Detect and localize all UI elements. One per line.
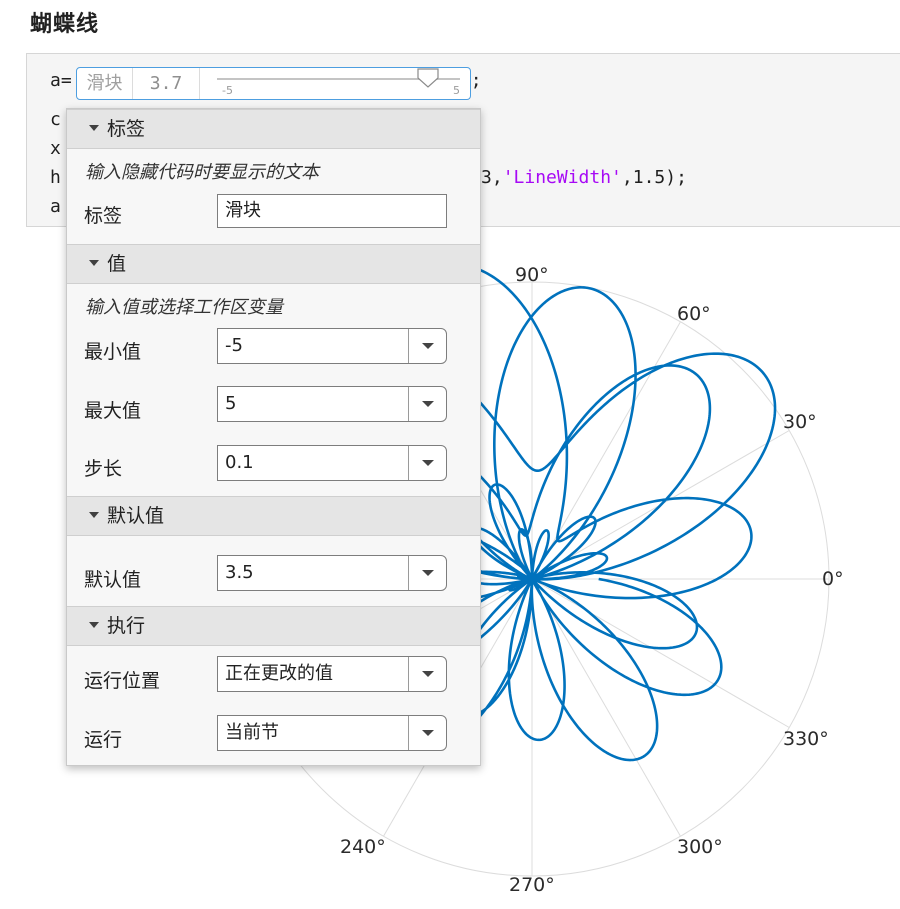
label-input[interactable]: 滑块 <box>217 194 447 228</box>
angle-label-30: 30° <box>783 411 817 433</box>
max-value[interactable]: 5 <box>225 387 236 421</box>
polar-spoke-330 <box>531 578 790 728</box>
chevron-down-icon <box>422 401 434 407</box>
min-combobox[interactable]: -5 <box>217 328 447 364</box>
run-combobox[interactable]: 当前节 <box>217 715 447 751</box>
group-header-default[interactable]: 默认值 <box>67 496 480 536</box>
run-label: 运行 <box>84 729 123 751</box>
angle-label-330: 330° <box>783 728 829 750</box>
chevron-down-icon <box>422 460 434 466</box>
caret-down-icon[interactable] <box>89 512 99 518</box>
angle-label-0: 0° <box>822 568 844 590</box>
run-on-dropdown-button[interactable] <box>408 657 446 691</box>
step-value[interactable]: 0.1 <box>225 446 254 480</box>
value-hint: 输入值或选择工作区变量 <box>85 297 283 318</box>
caret-down-icon[interactable] <box>89 260 99 266</box>
label-field-label: 标签 <box>84 205 123 227</box>
step-dropdown-button[interactable] <box>408 446 446 480</box>
run-on-label: 运行位置 <box>84 670 161 692</box>
group-title-value: 值 <box>107 253 127 275</box>
chevron-down-icon <box>422 671 434 677</box>
default-combobox[interactable]: 3.5 <box>217 555 447 591</box>
min-dropdown-button[interactable] <box>408 329 446 363</box>
angle-label-270: 270° <box>509 874 555 896</box>
run-on-value[interactable]: 正在更改的值 <box>225 657 333 691</box>
label-hint: 输入隐藏代码时要显示的文本 <box>85 162 319 183</box>
step-combobox[interactable]: 0.1 <box>217 445 447 481</box>
angle-label-60: 60° <box>677 303 711 325</box>
group-title-default: 默认值 <box>107 505 165 527</box>
group-header-value[interactable]: 值 <box>67 244 480 284</box>
min-value[interactable]: -5 <box>225 329 243 363</box>
min-label: 最小值 <box>84 341 142 363</box>
default-value[interactable]: 3.5 <box>225 556 254 590</box>
angle-label-90: 90° <box>515 264 549 286</box>
run-value[interactable]: 当前节 <box>225 716 279 750</box>
group-header-label[interactable]: 标签 <box>67 109 480 149</box>
chevron-down-icon <box>422 570 434 576</box>
slider-config-popup: 标签 输入隐藏代码时要显示的文本 标签 滑块 值 输入值或选择工作区变量 最小值… <box>66 108 481 766</box>
group-title-execution: 执行 <box>107 615 146 637</box>
max-combobox[interactable]: 5 <box>217 386 447 422</box>
run-on-combobox[interactable]: 正在更改的值 <box>217 656 447 692</box>
polar-spoke-60 <box>531 321 681 580</box>
chevron-down-icon <box>422 730 434 736</box>
max-dropdown-button[interactable] <box>408 387 446 421</box>
default-label: 默认值 <box>84 569 142 591</box>
caret-down-icon[interactable] <box>89 622 99 628</box>
caret-down-icon[interactable] <box>89 125 99 131</box>
step-label: 步长 <box>84 458 123 480</box>
group-title-label: 标签 <box>107 118 146 140</box>
run-dropdown-button[interactable] <box>408 716 446 750</box>
default-dropdown-button[interactable] <box>408 556 446 590</box>
group-header-execution[interactable]: 执行 <box>67 606 480 646</box>
angle-label-240: 240° <box>340 836 386 858</box>
polar-spoke-300 <box>531 578 681 837</box>
chevron-down-icon <box>422 343 434 349</box>
angle-label-300: 300° <box>677 836 723 858</box>
max-label: 最大值 <box>84 400 142 422</box>
